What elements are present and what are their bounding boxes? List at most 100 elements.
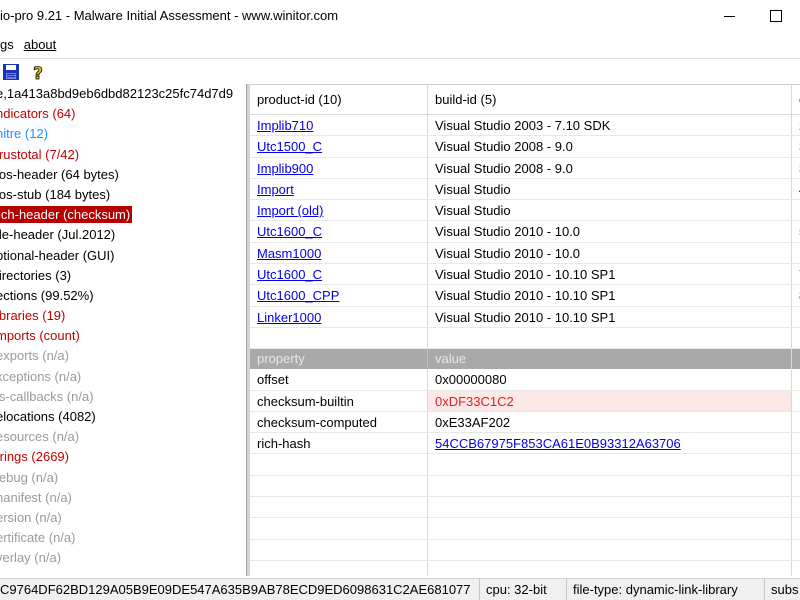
rich-table-header: product-id (10) build-id (5) c [250, 85, 800, 115]
tree-item-version[interactable]: ersion (n/a) [0, 508, 246, 528]
build-cell: Visual Studio 2010 - 10.10 SP1 [428, 306, 792, 327]
build-cell: Visual Studio 2008 - 9.0 [428, 136, 792, 157]
tree-item-tls-callbacks[interactable]: ls-callbacks (n/a) [0, 387, 246, 407]
menu-about[interactable]: about [24, 34, 57, 56]
property-name: offset [250, 369, 428, 390]
product-link[interactable]: Linker1000 [257, 310, 321, 325]
property-value: 0xE33AF202 [428, 411, 792, 433]
tree-item-virustotal[interactable]: irustotal (7/42) [0, 145, 246, 165]
tree-item-file[interactable]: e,1a413a8bd9eb6dbd82123c25fc74d7d9 [0, 84, 246, 104]
tree-item-debug[interactable]: lebug (n/a) [0, 468, 246, 488]
build-cell: Visual Studio 2010 - 10.0 [428, 221, 792, 242]
property-value-flagged: 0xDF33C1C2 [428, 390, 792, 411]
table-row[interactable]: Linker1000 Visual Studio 2010 - 10.10 SP… [250, 306, 800, 328]
tree-item-directories[interactable]: lirectories (3) [0, 266, 246, 286]
property-table-header: property value [250, 349, 800, 370]
table-row-empty [250, 327, 800, 350]
tree-item-optional-header[interactable]: ptional-header (GUI) [0, 246, 246, 266]
property-value: 0x00000080 [428, 369, 792, 390]
column-header-property[interactable]: property [250, 349, 428, 370]
tree-item-overlay[interactable]: verlay (n/a) [0, 548, 246, 568]
product-link[interactable]: Utc1600_CPP [257, 288, 339, 303]
tree-item-manifest[interactable]: nanifest (n/a) [0, 488, 246, 508]
help-icon[interactable]: ? [29, 63, 47, 81]
property-name: rich-hash [250, 433, 428, 454]
table-row[interactable]: Utc1500_C Visual Studio 2008 - 9.0 3 [250, 136, 800, 158]
menu-settings[interactable]: gs [0, 34, 14, 56]
product-link[interactable]: Utc1500_C [257, 139, 322, 154]
menu-about-label: about [23, 37, 57, 52]
property-row[interactable]: rich-hash 54CCB67975F853CA61E0B93312A637… [250, 433, 800, 455]
count-cell: 8 [792, 285, 800, 305]
property-row-empty [250, 497, 800, 519]
product-link[interactable]: Import (old) [257, 203, 323, 218]
tree-item-imports[interactable]: mports (count) [0, 326, 246, 346]
product-link[interactable]: Utc1600_C [257, 267, 322, 282]
property-name: checksum-builtin [250, 390, 428, 411]
tree-item-relocations[interactable]: elocations (4082) [0, 407, 246, 427]
table-row[interactable]: Import Visual Studio 4 [250, 178, 800, 201]
tree-panel: e,1a413a8bd9eb6dbd82123c25fc74d7d9 ndica… [0, 84, 247, 576]
build-cell: Visual Studio [428, 200, 792, 221]
table-row[interactable]: Utc1600_CPP Visual Studio 2010 - 10.10 S… [250, 285, 800, 307]
property-row[interactable]: checksum-computed 0xE33AF202 [250, 411, 800, 434]
tree-item-exports[interactable]: exports (n/a) [0, 346, 246, 366]
minimize-button[interactable] [708, 0, 754, 32]
count-cell: 5 [792, 221, 800, 241]
product-link[interactable]: Masm1000 [257, 246, 321, 261]
table-row[interactable]: Import (old) Visual Studio 1 [250, 200, 800, 222]
column-header-value[interactable]: value [428, 349, 792, 370]
property-row[interactable]: offset 0x00000080 [250, 369, 800, 391]
tree-item-libraries[interactable]: ibraries (19) [0, 306, 246, 326]
table-row[interactable]: Implib900 Visual Studio 2008 - 9.0 3 [250, 157, 800, 179]
window-controls [708, 0, 800, 32]
product-link[interactable]: Implib900 [257, 161, 313, 176]
table-row[interactable]: Utc1600_C Visual Studio 2010 - 10.0 5 [250, 221, 800, 243]
tree-item-dos-header[interactable]: los-header (64 bytes) [0, 165, 246, 185]
build-cell: Visual Studio 2010 - 10.10 SP1 [428, 285, 792, 306]
menu-bar: gs about [0, 34, 800, 56]
tree-item-resources[interactable]: esources (n/a) [0, 427, 246, 447]
tree-item-file-header[interactable]: ile-header (Jul.2012) [0, 225, 246, 245]
build-cell: Visual Studio 2010 - 10.0 [428, 242, 792, 264]
tree-item-dos-stub[interactable]: los-stub (184 bytes) [0, 185, 246, 205]
product-link[interactable]: Import [257, 182, 294, 197]
table-row[interactable]: Utc1600_C Visual Studio 2010 - 10.10 SP1… [250, 264, 800, 286]
count-cell: 4 [792, 179, 800, 199]
column-header-count[interactable]: c [792, 85, 800, 114]
maximize-button[interactable] [754, 0, 800, 32]
build-cell: Visual Studio 2008 - 9.0 [428, 157, 792, 178]
detail-panel: product-id (10) build-id (5) c Implib710… [250, 84, 800, 576]
property-row[interactable]: checksum-builtin 0xDF33C1C2 [250, 390, 800, 412]
property-row-empty [250, 560, 800, 576]
tree-item-rich-header[interactable]: ich-header (checksum) [0, 205, 246, 225]
product-link[interactable]: Implib710 [257, 118, 313, 133]
column-header-product-id[interactable]: product-id (10) [250, 85, 428, 114]
property-row-empty [250, 518, 800, 540]
build-cell: Visual Studio 2010 - 10.10 SP1 [428, 264, 792, 285]
build-cell: Visual Studio 2003 - 7.10 SDK [428, 115, 792, 136]
tree-item-mitre[interactable]: nitre (12) [0, 124, 246, 144]
column-header-build-id[interactable]: build-id (5) [428, 85, 792, 114]
product-link[interactable]: Utc1600_C [257, 224, 322, 239]
count-cell: 1 [792, 307, 800, 327]
title-bar: io-pro 9.21 - Malware Initial Assessment… [0, 0, 800, 32]
tree-item-exceptions[interactable]: xceptions (n/a) [0, 367, 246, 387]
property-row-empty [250, 539, 800, 561]
save-icon[interactable] [2, 63, 20, 81]
tree-item-indicators[interactable]: ndicators (64) [0, 104, 246, 124]
tree-item-sections[interactable]: ections (99.52%) [0, 286, 246, 306]
tree-item-strings[interactable]: trings (2669) [0, 447, 246, 467]
property-row-empty [250, 475, 800, 498]
count-cell: 7 [792, 264, 800, 284]
count-cell: 3 [792, 136, 800, 156]
status-file-type: file-type: dynamic-link-library [567, 579, 765, 600]
table-row[interactable]: Implib710 Visual Studio 2003 - 7.10 SDK … [250, 115, 800, 137]
count-cell: 1 [792, 243, 800, 263]
window-title: io-pro 9.21 - Malware Initial Assessment… [0, 8, 339, 23]
toolbar: ? [0, 58, 800, 84]
table-row[interactable]: Masm1000 Visual Studio 2010 - 10.0 1 [250, 242, 800, 265]
status-bar: C9764DF62BD129A05B9E09DE547A635B9AB78ECD… [0, 578, 800, 600]
rich-hash-link[interactable]: 54CCB67975F853CA61E0B93312A63706 [435, 436, 681, 451]
tree-item-certificate[interactable]: ertificate (n/a) [0, 528, 246, 548]
